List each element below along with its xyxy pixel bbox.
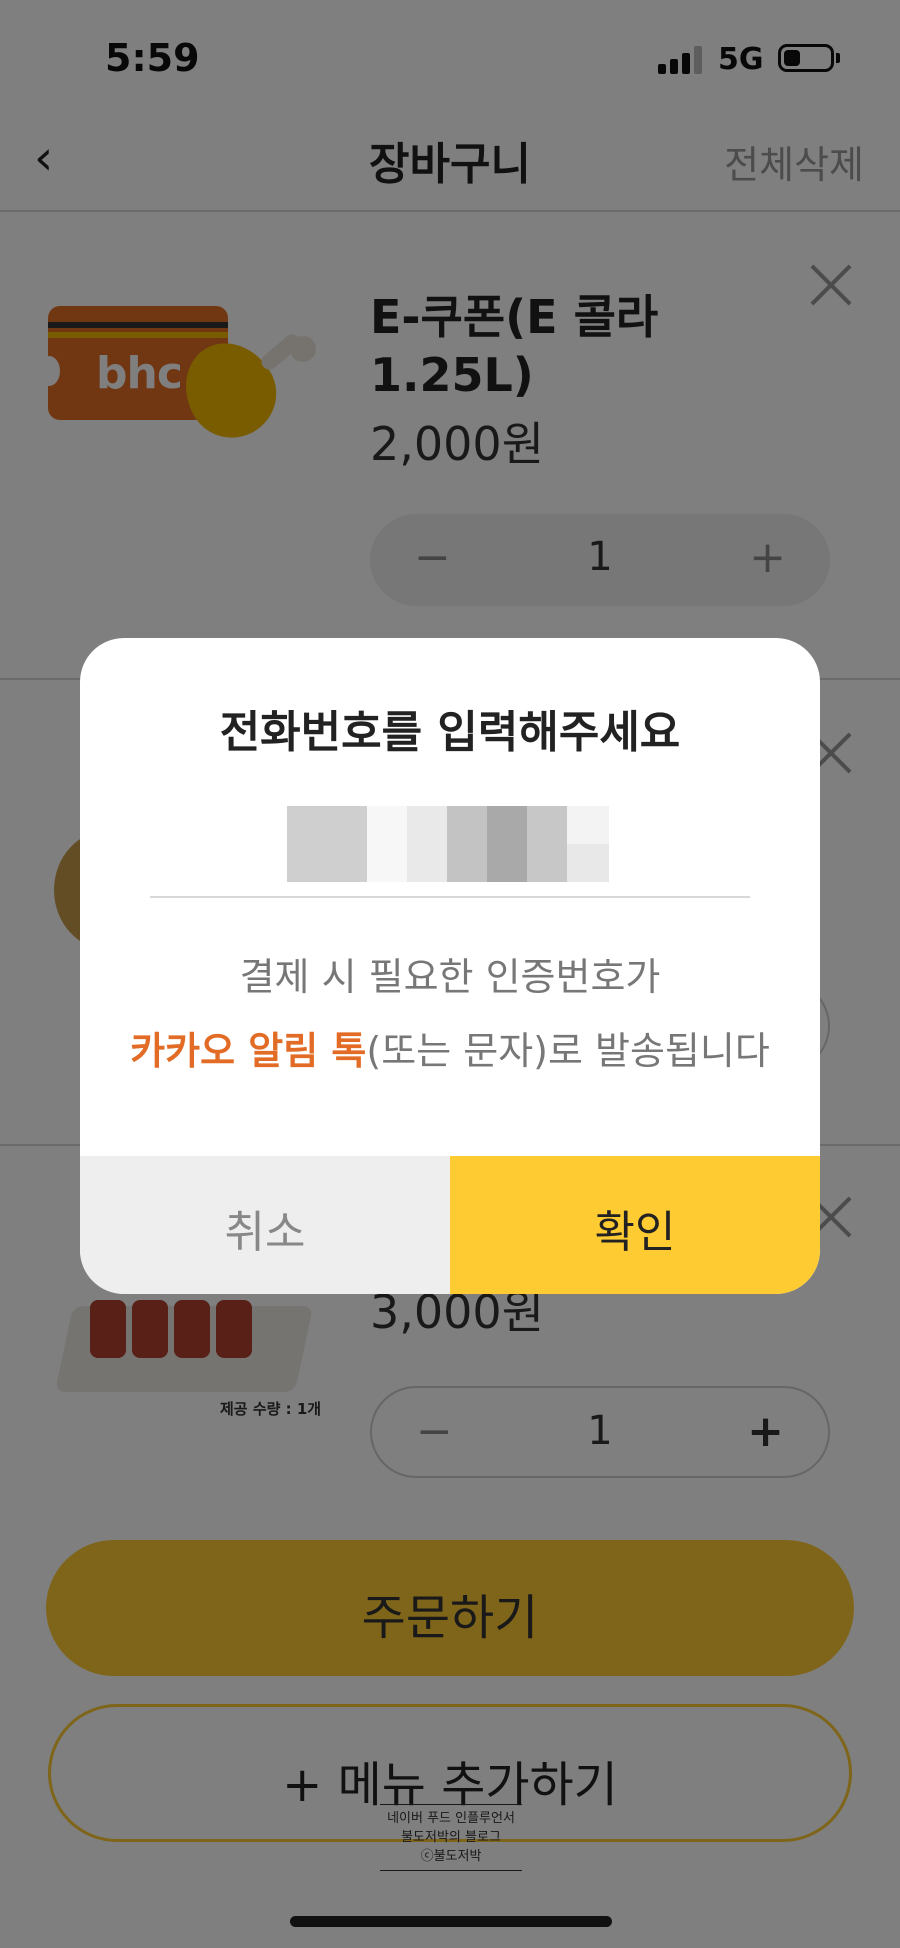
cart-screen: 5:59 5G ‹ 장바구니 전체삭제 bhc E-쿠폰(E 콜라1.25L) …: [0, 0, 900, 1948]
dialog-description-2: 카카오 알림 톡(또는 문자)로 발송됩니다: [80, 1020, 820, 1075]
phone-field-underline: [150, 896, 750, 898]
kakao-highlight: 카카오 알림 톡: [130, 1029, 367, 1073]
dialog-description-1: 결제 시 필요한 인증번호가: [239, 955, 661, 999]
dialog-title: 전화번호를 입력해주세요: [219, 707, 681, 758]
confirm-label: 확인: [594, 1208, 676, 1257]
confirm-button[interactable]: 확인: [450, 1156, 820, 1294]
cancel-label: 취소: [224, 1208, 306, 1257]
cancel-button[interactable]: 취소: [80, 1156, 450, 1294]
dialog-description-rest: (또는 문자)로 발송됩니다: [366, 1029, 770, 1073]
phone-number-field[interactable]: [287, 806, 609, 882]
phone-input-dialog: 전화번호를 입력해주세요 결제 시 필요한 인증번호가 카카오 알림 톡(또는 …: [80, 638, 820, 1294]
home-indicator[interactable]: [290, 1916, 612, 1927]
